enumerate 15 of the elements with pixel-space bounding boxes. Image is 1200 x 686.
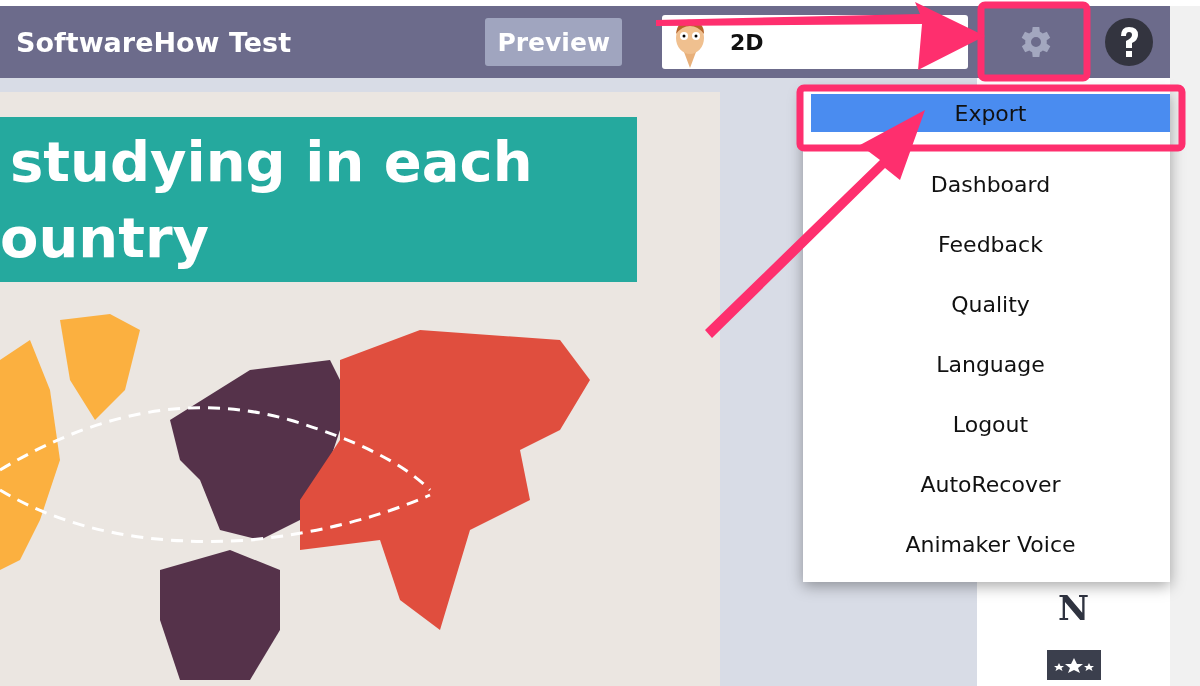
menu-item[interactable]: Dashboard — [811, 154, 1170, 214]
menu-item[interactable]: Feedback — [811, 214, 1170, 274]
slide-title-line: ountry — [0, 203, 211, 272]
menu-item[interactable]: Export — [811, 94, 1170, 132]
menu-item[interactable]: Language — [811, 334, 1170, 394]
menu-item[interactable]: Logout — [811, 394, 1170, 454]
slide-title-line: studying in each — [10, 127, 534, 196]
menu-item[interactable]: AutoRecover — [811, 454, 1170, 514]
panel-letter: N — [1057, 588, 1090, 628]
menu-item[interactable]: Quality — [811, 274, 1170, 334]
project-title: SoftwareHow Test — [16, 26, 292, 58]
star-rating-icon[interactable] — [1046, 650, 1101, 680]
help-icon — [1104, 17, 1154, 67]
menu-item[interactable]: Animaker Voice — [811, 514, 1170, 574]
help-button[interactable] — [1104, 17, 1154, 67]
